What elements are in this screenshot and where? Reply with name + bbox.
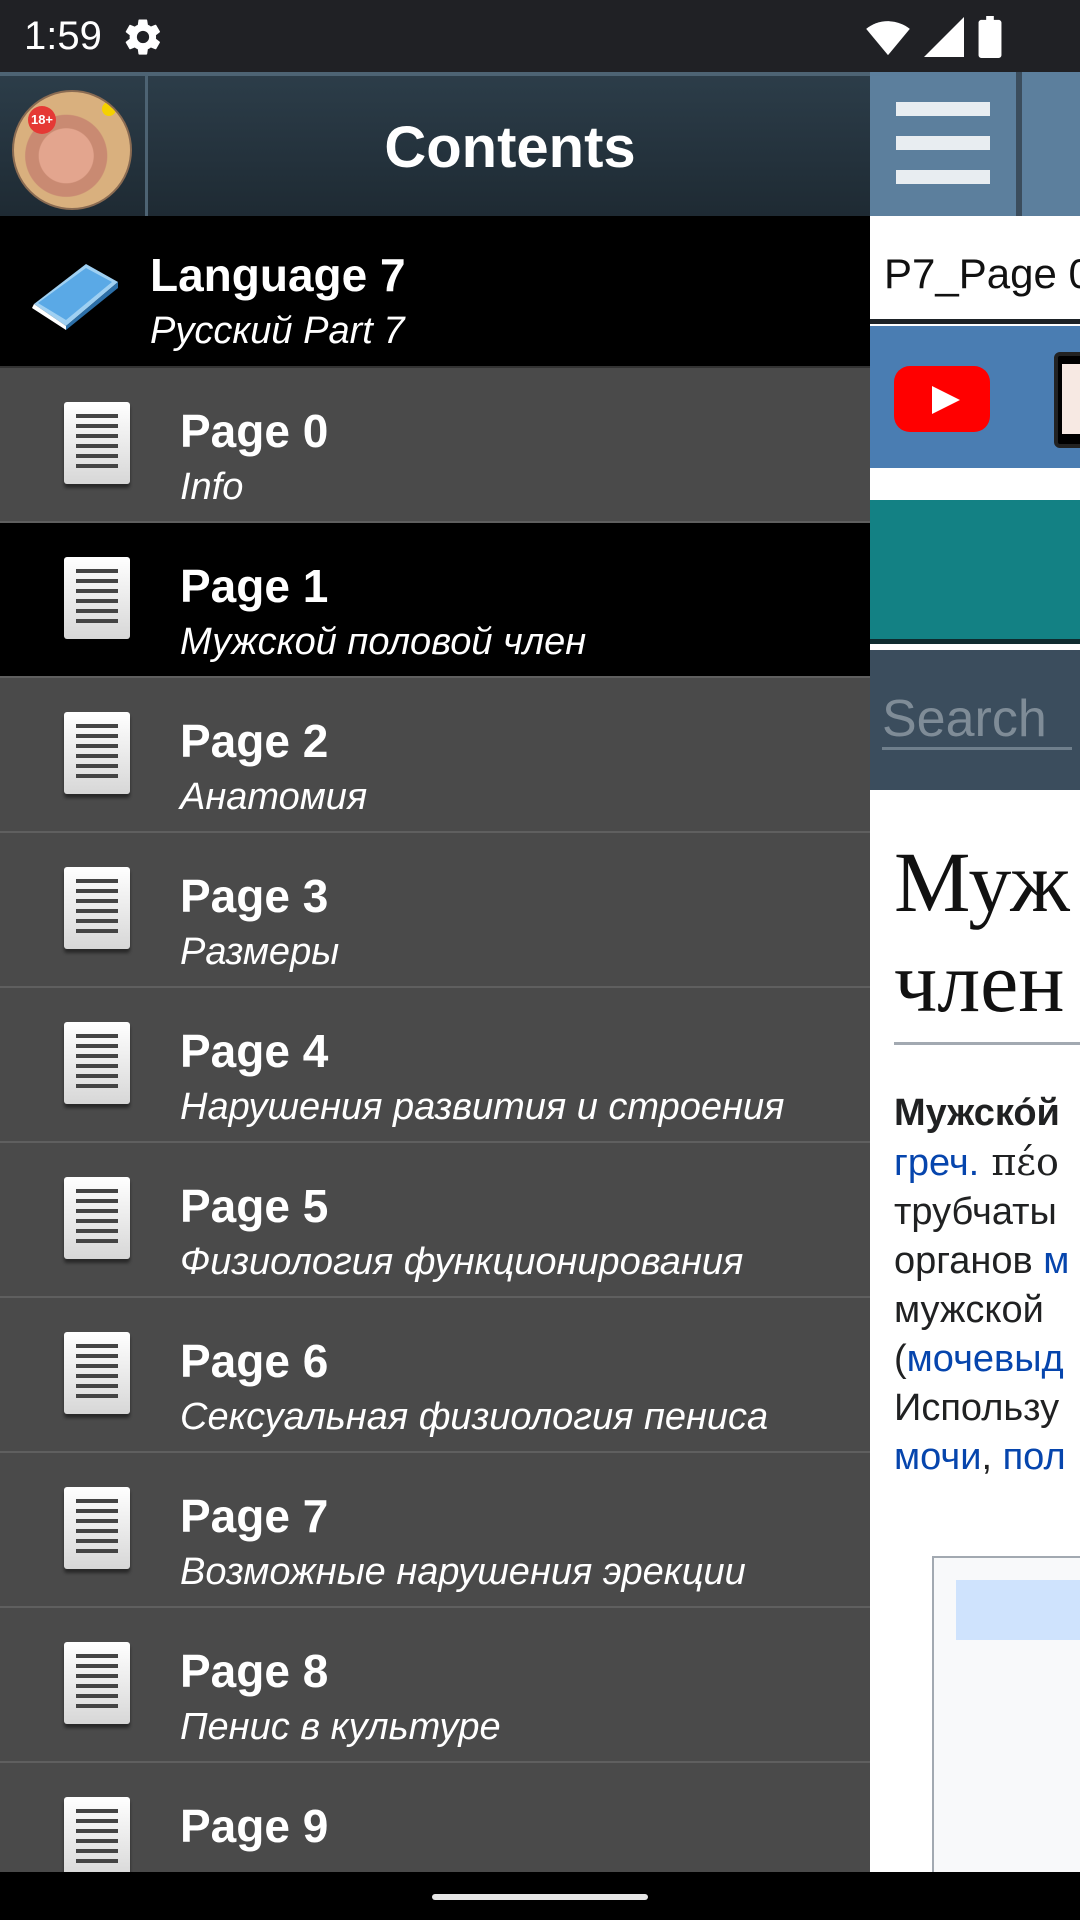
page-item-9[interactable]: Page 9 — [0, 1763, 870, 1872]
infobox — [932, 1556, 1080, 1872]
page-item-title: Page 8 — [180, 1645, 329, 1697]
logo-mark — [102, 102, 116, 116]
article-link[interactable]: пол — [1003, 1436, 1066, 1478]
page-item-title: Page 2 — [180, 715, 329, 767]
body-text: мужской — [894, 1289, 1044, 1331]
article-title: Муж член — [894, 832, 1080, 1045]
article-link[interactable]: м — [1043, 1240, 1069, 1282]
page-item-subtitle: Мужской половой член — [180, 621, 587, 663]
page-item-title: Page 1 — [180, 560, 329, 612]
settings-gear-icon — [125, 19, 160, 55]
page-item-3[interactable]: Page 3 Размеры — [0, 833, 870, 988]
page-name-label: P7_Page 0 — [870, 216, 1080, 324]
article-body: Мужско́й греч. πέο трубчаты органов м му… — [894, 1089, 1080, 1482]
home-gesture-handle[interactable] — [432, 1894, 648, 1900]
system-nav-bar — [0, 1872, 1080, 1920]
drawer-title: Contents — [384, 115, 636, 180]
toolbar-button[interactable] — [1022, 72, 1080, 216]
status-icons — [866, 16, 1002, 58]
page-item-title: Page 0 — [180, 405, 329, 457]
lead-term: Мужско́й — [894, 1092, 1060, 1134]
signal-icon — [924, 17, 964, 57]
page-item-2[interactable]: Page 2 Анатомия — [0, 678, 870, 833]
page-item-title: Page 7 — [180, 1490, 329, 1542]
page-item-title: Page 4 — [180, 1025, 329, 1077]
article-title-line: Муж — [894, 834, 1070, 930]
language-title: Language 7 — [150, 249, 406, 301]
language-item[interactable]: Language 7 Русский Part 7 — [0, 216, 870, 368]
document-icon — [56, 1177, 138, 1265]
article: Муж член Мужско́й греч. πέο трубчаты орг… — [894, 832, 1080, 1482]
document-icon — [56, 1022, 138, 1110]
status-time: 1:59 — [24, 14, 102, 58]
page-item-title: Page 9 — [180, 1800, 329, 1852]
page-item-4[interactable]: Page 4 Нарушения развития и строения — [0, 988, 870, 1143]
document-icon — [56, 1487, 138, 1575]
article-link[interactable]: мочи — [894, 1436, 981, 1478]
hamburger-icon — [896, 170, 990, 184]
teal-banner — [870, 500, 1080, 644]
drawer-header: 18+ Contents — [0, 72, 870, 220]
media-strip — [870, 326, 1080, 468]
page-item-7[interactable]: Page 7 Возможные нарушения эрекции — [0, 1453, 870, 1608]
age-badge: 18+ — [28, 106, 56, 134]
page-item-subtitle: Размеры — [180, 931, 340, 973]
body-text: , — [981, 1436, 1003, 1478]
status-bar: 1:59 — [0, 0, 1080, 72]
page-item-subtitle: Анатомия — [180, 776, 368, 818]
page-list: Page 0 Info Page 1 Мужской половой член … — [0, 368, 870, 1872]
page-item-0[interactable]: Page 0 Info — [0, 368, 870, 523]
page-item-title: Page 5 — [180, 1180, 329, 1232]
body-text: органов — [894, 1240, 1044, 1282]
navigation-drawer: 18+ Contents Language 7 Русский Part 7 P… — [0, 72, 870, 1872]
document-icon — [56, 402, 138, 490]
article-title-line: член — [894, 934, 1065, 1030]
app-logo: 18+ — [12, 90, 132, 210]
hamburger-icon — [896, 136, 990, 150]
page-item-6[interactable]: Page 6 Сексуальная физиология пениса — [0, 1298, 870, 1453]
body-text: Использу — [894, 1387, 1060, 1429]
hamburger-icon — [896, 102, 990, 116]
document-icon — [56, 867, 138, 955]
youtube-icon[interactable] — [894, 366, 990, 432]
document-icon — [56, 712, 138, 800]
language-subtitle: Русский Part 7 — [150, 310, 405, 352]
article-link[interactable]: греч. — [894, 1142, 979, 1184]
web-toolbar — [870, 72, 1080, 216]
page-item-subtitle: Нарушения развития и строения — [180, 1086, 785, 1128]
page-item-subtitle: Сексуальная физиология пениса — [180, 1396, 769, 1438]
body-text: ( — [894, 1338, 907, 1380]
page-item-subtitle: Пенис в культуре — [180, 1706, 501, 1748]
page-item-8[interactable]: Page 8 Пенис в культуре — [0, 1608, 870, 1763]
greek-text: πέο — [979, 1140, 1059, 1184]
page-item-subtitle: Info — [180, 466, 244, 508]
infobox-header — [956, 1580, 1080, 1640]
tablet-icon[interactable] — [1054, 352, 1080, 448]
book-icon — [32, 264, 118, 330]
page-item-1[interactable]: Page 1 Мужской половой член — [0, 523, 870, 678]
wifi-icon — [866, 21, 910, 56]
page-item-title: Page 3 — [180, 870, 329, 922]
document-icon — [56, 557, 138, 645]
search-input[interactable] — [882, 690, 1072, 750]
webview: P7_Page 0 Муж член Мужско́й греч. πέο тр… — [870, 72, 1080, 1872]
battery-icon — [978, 16, 1002, 58]
article-link[interactable]: мочевыд — [907, 1338, 1064, 1380]
page-item-subtitle: Возможные нарушения эрекции — [180, 1551, 746, 1593]
document-icon — [56, 1332, 138, 1420]
app-logo-container[interactable]: 18+ — [0, 76, 148, 220]
body-text: трубчаты — [894, 1191, 1057, 1233]
page-item-5[interactable]: Page 5 Физиология функционирования — [0, 1143, 870, 1298]
menu-button[interactable] — [870, 72, 1016, 216]
page-item-subtitle: Физиология функционирования — [180, 1241, 744, 1283]
document-icon — [56, 1797, 138, 1872]
page-item-title: Page 6 — [180, 1335, 329, 1387]
search-bar — [870, 650, 1080, 790]
document-icon — [56, 1642, 138, 1730]
